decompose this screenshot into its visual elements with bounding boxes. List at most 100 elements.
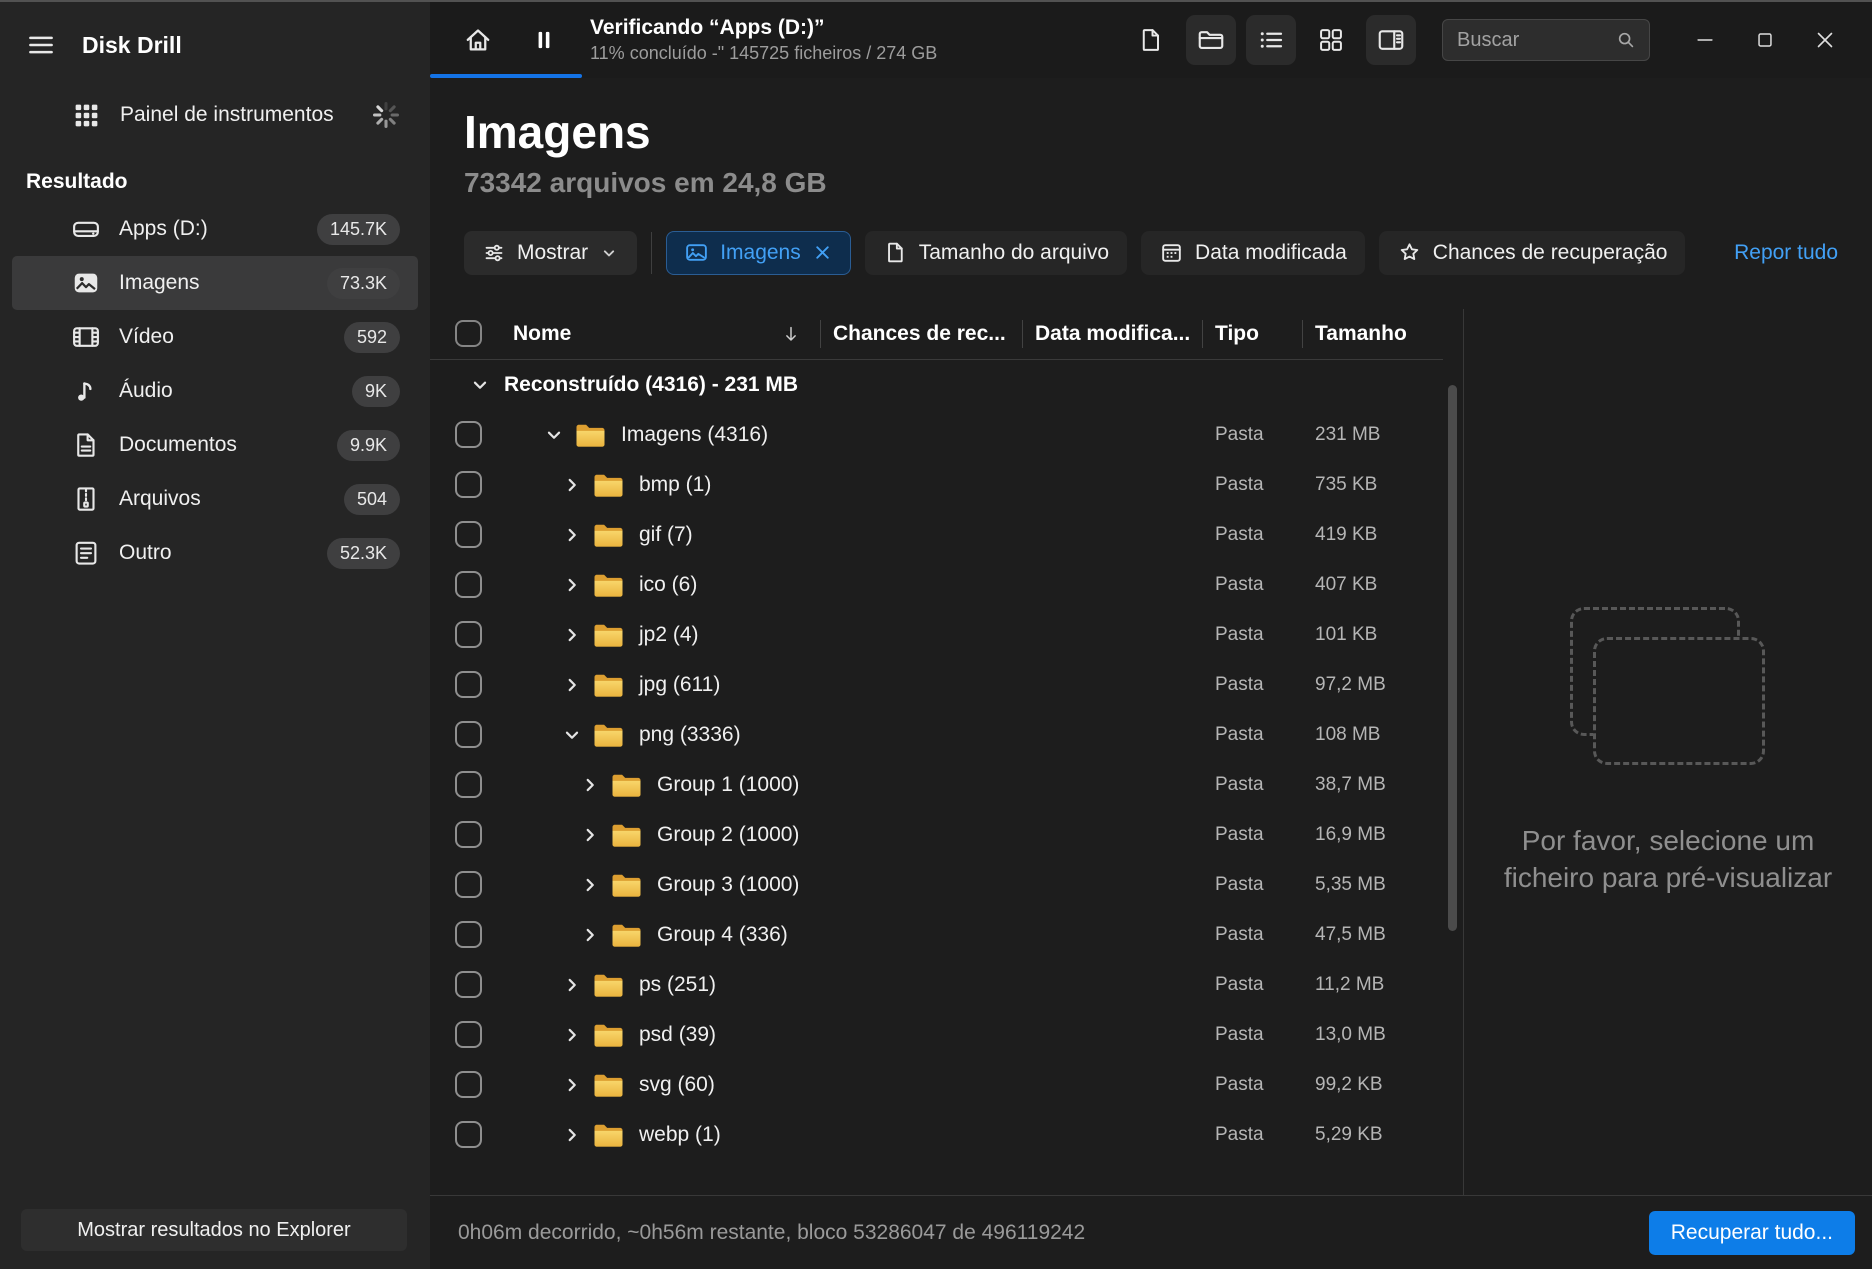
row-checkbox[interactable] — [455, 621, 482, 648]
table-row-png-3336[interactable]: png (3336)Pasta108 MB — [430, 710, 1463, 760]
collapse-icon[interactable] — [560, 723, 584, 747]
column-header-nome[interactable]: Nome — [500, 309, 820, 359]
table-row-ps-251[interactable]: ps (251)Pasta11,2 MB — [430, 960, 1463, 1010]
minimize-button[interactable] — [1682, 20, 1728, 60]
row-checkbox[interactable] — [455, 671, 482, 698]
row-checkbox[interactable] — [455, 971, 482, 998]
recover-all-button[interactable]: Recuperar tudo... — [1649, 1211, 1855, 1255]
cell-size: 47,5 MB — [1302, 924, 1443, 946]
filter-chip-label: Chances de recuperação — [1433, 241, 1668, 265]
row-checkbox[interactable] — [455, 871, 482, 898]
show-in-explorer-button[interactable]: Mostrar resultados no Explorer — [21, 1209, 407, 1251]
row-checkbox[interactable] — [455, 521, 482, 548]
column-header-data-modificada[interactable]: Data modifica... — [1022, 309, 1202, 359]
expand-icon[interactable] — [560, 1123, 584, 1147]
search-input[interactable] — [1455, 28, 1615, 53]
expand-icon[interactable] — [578, 923, 602, 947]
select-all-checkbox[interactable] — [455, 320, 482, 347]
expand-icon[interactable] — [560, 623, 584, 647]
sidebar-item-dashboard[interactable]: Painel de instrumentos — [0, 90, 430, 140]
table-row-imagens-4316[interactable]: Imagens (4316)Pasta231 MB — [430, 410, 1463, 460]
table-row-ico-6[interactable]: ico (6)Pasta407 KB — [430, 560, 1463, 610]
count-badge: 504 — [344, 484, 400, 515]
table-row-group-3-1000[interactable]: Group 3 (1000)Pasta5,35 MB — [430, 860, 1463, 910]
pause-scan-button[interactable] — [524, 20, 564, 60]
count-badge: 9K — [352, 376, 400, 407]
collapse-icon[interactable] — [542, 423, 566, 447]
expand-icon[interactable] — [578, 773, 602, 797]
collapse-group-icon[interactable] — [468, 373, 492, 397]
filter-chip-tamanho-do-arquivo[interactable]: Tamanho do arquivo — [865, 231, 1127, 275]
star-icon — [1397, 240, 1422, 265]
show-filters-button[interactable]: Mostrar — [464, 231, 637, 275]
table-row-psd-39[interactable]: psd (39)Pasta13,0 MB — [430, 1010, 1463, 1060]
toggle-preview-panel-button[interactable] — [1366, 15, 1416, 65]
cell-size: 407 KB — [1302, 574, 1443, 596]
table-row-gif-7[interactable]: gif (7)Pasta419 KB — [430, 510, 1463, 560]
sidebar-item-apps-d[interactable]: Apps (D:)145.7K — [12, 202, 418, 256]
scrollbar-thumb[interactable] — [1448, 385, 1457, 931]
group-row-reconstruido[interactable]: Reconstruído (4316) - 231 MB — [430, 360, 1463, 410]
scan-status: 11% concluído -" 145725 ficheiros / 274 … — [590, 43, 937, 65]
count-badge: 9.9K — [337, 430, 400, 461]
row-checkbox[interactable] — [455, 821, 482, 848]
list-view-button[interactable] — [1246, 15, 1296, 65]
sidebar-item-documentos[interactable]: Documentos9.9K — [12, 418, 418, 472]
column-header-tipo[interactable]: Tipo — [1202, 309, 1302, 359]
table-row-group-2-1000[interactable]: Group 2 (1000)Pasta16,9 MB — [430, 810, 1463, 860]
table-row-svg-60[interactable]: svg (60)Pasta99,2 KB — [430, 1060, 1463, 1110]
hamburger-menu-button[interactable] — [24, 28, 58, 62]
sidebar-item-outro[interactable]: Outro52.3K — [12, 526, 418, 580]
row-checkbox[interactable] — [455, 571, 482, 598]
table-row-jpg-611[interactable]: jpg (611)Pasta97,2 MB — [430, 660, 1463, 710]
reset-all-link[interactable]: Repor tudo — [1734, 241, 1838, 265]
sidebar-item-arquivos[interactable]: Arquivos 504 — [12, 472, 418, 526]
filter-chip-imagens[interactable]: Imagens — [666, 231, 851, 275]
row-checkbox[interactable] — [455, 421, 482, 448]
table-row-jp2-4[interactable]: jp2 (4)Pasta101 KB — [430, 610, 1463, 660]
table-row-webp-1[interactable]: webp (1)Pasta5,29 KB — [430, 1110, 1463, 1160]
remove-filter-icon[interactable] — [812, 242, 833, 263]
expand-icon[interactable] — [560, 973, 584, 997]
folder-icon — [592, 471, 625, 499]
sidebar-item-label: Arquivos — [119, 487, 201, 511]
expand-icon[interactable] — [560, 523, 584, 547]
expand-icon[interactable] — [560, 1023, 584, 1047]
expand-icon[interactable] — [560, 1073, 584, 1097]
folder-icon — [610, 821, 643, 849]
sidebar-item-audio[interactable]: Áudio9K — [12, 364, 418, 418]
maximize-button[interactable] — [1742, 20, 1788, 60]
table-row-group-4-336[interactable]: Group 4 (336)Pasta47,5 MB — [430, 910, 1463, 960]
row-checkbox[interactable] — [455, 771, 482, 798]
row-checkbox[interactable] — [455, 471, 482, 498]
close-button[interactable] — [1802, 20, 1848, 60]
row-checkbox[interactable] — [455, 1021, 482, 1048]
row-checkbox[interactable] — [455, 1071, 482, 1098]
sidebar-item-imagens[interactable]: Imagens73.3K — [12, 256, 418, 310]
filter-chip-data-modificada[interactable]: Data modificada — [1141, 231, 1365, 275]
grid-view-button[interactable] — [1306, 15, 1356, 65]
expand-icon[interactable] — [560, 473, 584, 497]
column-header-chances-de-recuperacao[interactable]: Chances de rec... — [820, 309, 1022, 359]
cell-size: 16,9 MB — [1302, 824, 1443, 846]
row-checkbox[interactable] — [455, 921, 482, 948]
sidebar-item-video[interactable]: Vídeo592 — [12, 310, 418, 364]
home-button[interactable] — [458, 20, 498, 60]
fileChip-icon — [883, 240, 908, 265]
filter-chip-chances-de-recuperacao[interactable]: Chances de recuperação — [1379, 231, 1686, 275]
file-tree: Reconstruído (4316) - 231 MBImagens (431… — [430, 360, 1463, 1160]
row-checkbox[interactable] — [455, 721, 482, 748]
table-row-bmp-1[interactable]: bmp (1)Pasta735 KB — [430, 460, 1463, 510]
expand-icon[interactable] — [578, 873, 602, 897]
column-header-tamanho[interactable]: Tamanho — [1302, 309, 1443, 359]
open-folder-button[interactable] — [1186, 15, 1236, 65]
row-checkbox[interactable] — [455, 1121, 482, 1148]
count-badge: 73.3K — [327, 268, 400, 299]
new-session-button[interactable] — [1126, 15, 1176, 65]
expand-icon[interactable] — [560, 573, 584, 597]
expand-icon[interactable] — [560, 673, 584, 697]
folder-icon — [610, 871, 643, 899]
table-row-group-1-1000[interactable]: Group 1 (1000)Pasta38,7 MB — [430, 760, 1463, 810]
cell-type: Pasta — [1202, 924, 1302, 946]
expand-icon[interactable] — [578, 823, 602, 847]
